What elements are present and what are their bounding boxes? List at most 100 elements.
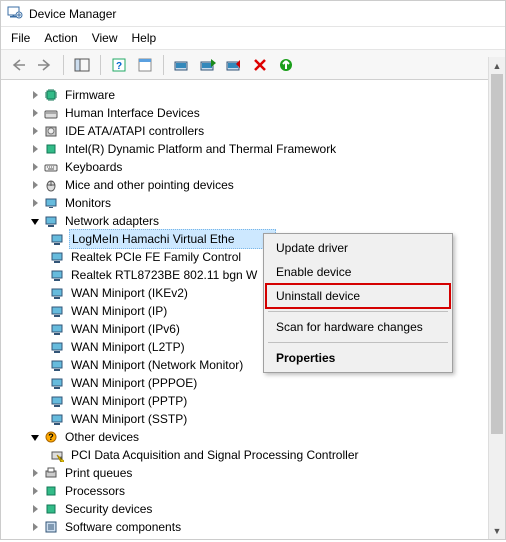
tree-label: WAN Miniport (SSTP) <box>69 410 189 428</box>
menu-separator <box>268 311 448 312</box>
menubar: File Action View Help <box>1 27 505 50</box>
menu-action[interactable]: Action <box>44 31 77 45</box>
back-button[interactable] <box>7 54 31 76</box>
expand-icon[interactable] <box>27 177 43 193</box>
tree-label: WAN Miniport (IKEv2) <box>69 284 190 302</box>
software-icon <box>43 519 59 535</box>
tree-item-security[interactable]: Security devices <box>3 500 503 518</box>
properties-button[interactable] <box>133 54 157 76</box>
hid-icon <box>43 105 59 121</box>
tree-label: WAN Miniport (IPv6) <box>69 320 182 338</box>
ctx-properties[interactable]: Properties <box>266 346 450 370</box>
show-hide-tree-button[interactable] <box>70 54 94 76</box>
ctx-enable-device[interactable]: Enable device <box>266 260 450 284</box>
tree-label: Keyboards <box>63 158 124 176</box>
tree-label: Other devices <box>63 428 141 446</box>
titlebar: Device Manager <box>1 1 505 27</box>
tree-item-wan-sstp[interactable]: WAN Miniport (SSTP) <box>3 410 503 428</box>
network-adapter-icon <box>49 303 65 319</box>
network-icon <box>43 213 59 229</box>
expand-icon[interactable] <box>27 483 43 499</box>
tree-label: WAN Miniport (IP) <box>69 302 169 320</box>
expand-icon[interactable] <box>27 159 43 175</box>
tree-item-mice[interactable]: Mice and other pointing devices <box>3 176 503 194</box>
tree-label: Network adapters <box>63 212 161 230</box>
tree-label: Monitors <box>63 194 113 212</box>
expand-icon[interactable] <box>27 519 43 535</box>
menu-help[interactable]: Help <box>132 31 157 45</box>
tree-label: Processors <box>63 482 127 500</box>
help-button[interactable]: ? <box>107 54 131 76</box>
tree-label: IDE ATA/ATAPI controllers <box>63 122 206 140</box>
scroll-up-button[interactable]: ▲ <box>489 57 505 74</box>
network-adapter-icon <box>49 231 65 247</box>
tree-label: WAN Miniport (Network Monitor) <box>69 356 245 374</box>
tree-label: Print queues <box>63 464 134 482</box>
ctx-update-driver[interactable]: Update driver <box>266 236 450 260</box>
tree-label: Software components <box>63 518 183 536</box>
menu-file[interactable]: File <box>11 31 30 45</box>
svg-text:?: ? <box>48 432 54 442</box>
expand-icon[interactable] <box>27 141 43 157</box>
tree-item-processors[interactable]: Processors <box>3 482 503 500</box>
tree-label: Firmware <box>63 86 117 104</box>
expand-icon[interactable] <box>27 195 43 211</box>
tree-item-wan-pptp[interactable]: WAN Miniport (PPTP) <box>3 392 503 410</box>
ctx-scan-hardware[interactable]: Scan for hardware changes <box>266 315 450 339</box>
expand-icon[interactable] <box>27 465 43 481</box>
toolbar: ? <box>1 50 505 80</box>
tree-item-firmware[interactable]: Firmware <box>3 86 503 104</box>
network-adapter-icon <box>49 357 65 373</box>
security-icon <box>43 501 59 517</box>
tree-label: LogMeIn Hamachi Virtual Ethe <box>69 229 276 249</box>
uninstall-device-button[interactable] <box>248 54 272 76</box>
tree-item-print-queues[interactable]: Print queues <box>3 464 503 482</box>
tree-item-hid[interactable]: Human Interface Devices <box>3 104 503 122</box>
tree-item-pci-daq[interactable]: ! PCI Data Acquisition and Signal Proces… <box>3 446 503 464</box>
network-adapter-icon <box>49 411 65 427</box>
tree-label: Realtek PCIe FE Family Control <box>69 248 243 266</box>
tree-label: WAN Miniport (PPTP) <box>69 392 189 410</box>
tree-item-ide[interactable]: IDE ATA/ATAPI controllers <box>3 122 503 140</box>
network-adapter-icon <box>49 285 65 301</box>
expand-icon[interactable] <box>27 105 43 121</box>
chip-icon <box>43 87 59 103</box>
menu-view[interactable]: View <box>92 31 118 45</box>
enable-device-button[interactable] <box>196 54 220 76</box>
vertical-scrollbar[interactable]: ▲ ▼ <box>488 57 505 539</box>
scan-hardware-button[interactable] <box>274 54 298 76</box>
tree-label: Mice and other pointing devices <box>63 176 236 194</box>
ctx-uninstall-device[interactable]: Uninstall device <box>266 284 450 308</box>
svg-text:?: ? <box>116 61 122 72</box>
tree-item-monitors[interactable]: Monitors <box>3 194 503 212</box>
keyboard-icon <box>43 159 59 175</box>
forward-button[interactable] <box>33 54 57 76</box>
tree-item-software[interactable]: Software components <box>3 518 503 536</box>
expand-icon[interactable] <box>27 87 43 103</box>
collapse-icon[interactable] <box>27 213 43 229</box>
collapse-icon[interactable] <box>27 429 43 445</box>
menu-separator <box>268 342 448 343</box>
tree-item-intel[interactable]: Intel(R) Dynamic Platform and Thermal Fr… <box>3 140 503 158</box>
mouse-icon <box>43 177 59 193</box>
expand-icon[interactable] <box>27 501 43 517</box>
tree-item-keyboards[interactable]: Keyboards <box>3 158 503 176</box>
network-adapter-icon <box>49 321 65 337</box>
tree-label: Intel(R) Dynamic Platform and Thermal Fr… <box>63 140 338 158</box>
tree-item-other-devices[interactable]: ? Other devices <box>3 428 503 446</box>
tree-item-network-adapters[interactable]: Network adapters <box>3 212 503 230</box>
scroll-down-button[interactable]: ▼ <box>489 522 505 539</box>
disable-device-button[interactable] <box>222 54 246 76</box>
device-manager-icon <box>7 4 23 23</box>
tree-label: WAN Miniport (L2TP) <box>69 338 187 356</box>
tree-label: WAN Miniport (PPPOE) <box>69 374 199 392</box>
network-adapter-icon <box>49 393 65 409</box>
network-adapter-icon <box>49 375 65 391</box>
tree-item-wan-pppoe[interactable]: WAN Miniport (PPPOE) <box>3 374 503 392</box>
scroll-thumb[interactable] <box>491 74 503 434</box>
expand-icon[interactable] <box>27 123 43 139</box>
drive-icon <box>43 123 59 139</box>
network-adapter-icon <box>49 339 65 355</box>
update-driver-button[interactable] <box>170 54 194 76</box>
network-adapter-icon <box>49 267 65 283</box>
